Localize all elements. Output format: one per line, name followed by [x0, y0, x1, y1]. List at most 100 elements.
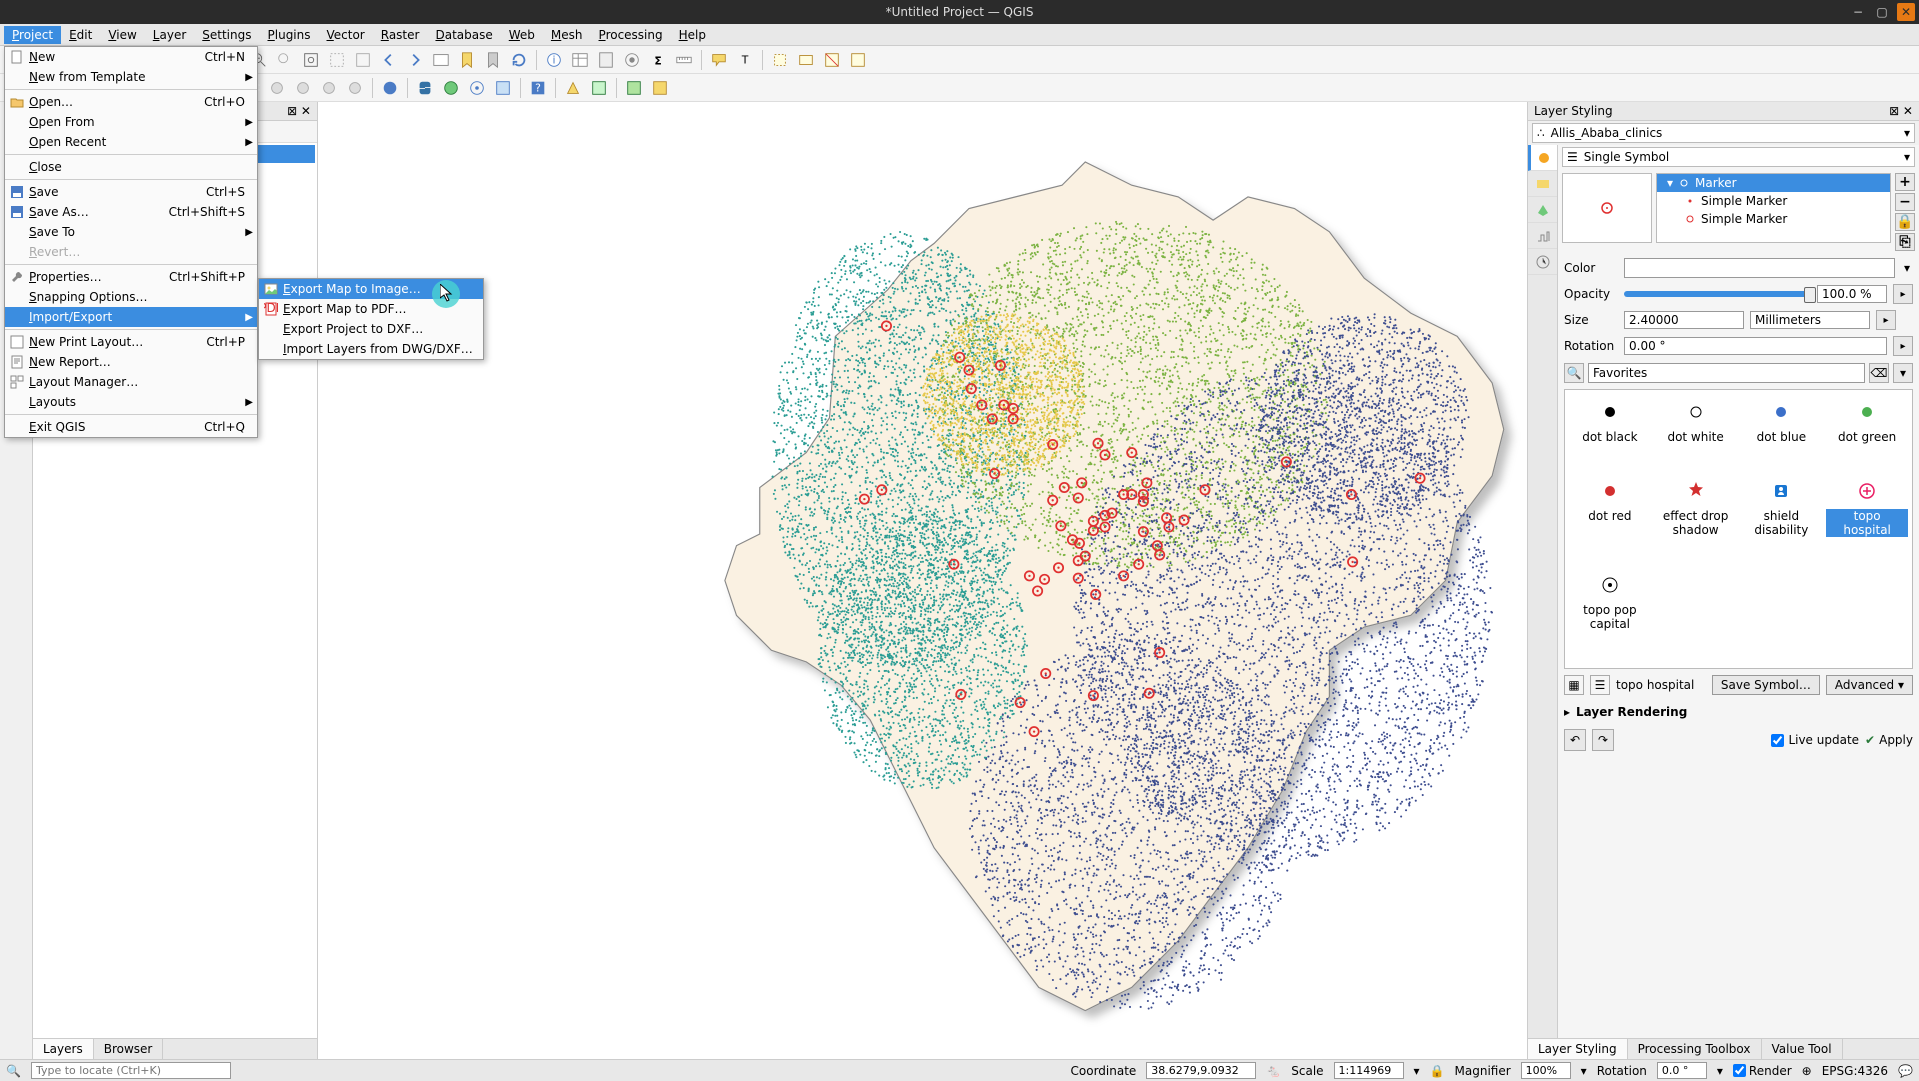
- remove-symbol-layer-button[interactable]: −: [1895, 193, 1915, 211]
- favorite-dot-white[interactable]: dot white: [1655, 400, 1737, 471]
- favorite-dot-black[interactable]: dot black: [1569, 400, 1651, 471]
- render-checkbox[interactable]: Render: [1733, 1064, 1792, 1078]
- select-all-icon[interactable]: [846, 48, 870, 72]
- extents-icon[interactable]: 🐁: [1266, 1064, 1281, 1078]
- favorite-dot-green[interactable]: dot green: [1826, 400, 1908, 471]
- menu-web[interactable]: Web: [501, 26, 543, 44]
- zoom-layer-icon[interactable]: [351, 48, 375, 72]
- temp-bookmark-icon[interactable]: [481, 48, 505, 72]
- toolbox-icon[interactable]: [620, 48, 644, 72]
- menu-help[interactable]: Help: [671, 26, 714, 44]
- magnifier-spinbox[interactable]: [1521, 1062, 1571, 1079]
- globe-icon[interactable]: [439, 76, 463, 100]
- duplicate-symbol-layer-button[interactable]: ⎘: [1895, 233, 1915, 251]
- new-map-view-icon[interactable]: [429, 48, 453, 72]
- map-canvas[interactable]: [318, 102, 1527, 1059]
- scale-select[interactable]: [1334, 1062, 1404, 1079]
- menu-item-open-recent[interactable]: Open Recent▶: [5, 132, 257, 152]
- color-swatch[interactable]: [1624, 258, 1895, 278]
- coordinate-display[interactable]: [1146, 1062, 1256, 1079]
- menu-item-close[interactable]: Close: [5, 157, 257, 177]
- favorites-search-input[interactable]: [1588, 363, 1865, 383]
- attribute-table-icon[interactable]: [568, 48, 592, 72]
- crs-icon[interactable]: ⊕: [1802, 1064, 1812, 1078]
- favorite-shield-disability[interactable]: shield disability: [1741, 479, 1823, 564]
- rotation-spinbox-status[interactable]: [1657, 1062, 1707, 1079]
- plugin-icon-1[interactable]: [491, 76, 515, 100]
- submenu-item-export-project-to-dxf-[interactable]: Export Project to DXF…: [259, 319, 483, 339]
- save-symbol-button[interactable]: Save Symbol…: [1712, 675, 1820, 695]
- favorites-clear-icon[interactable]: ⌫: [1869, 363, 1889, 383]
- maptips-icon[interactable]: [707, 48, 731, 72]
- menu-edit[interactable]: Edit: [61, 26, 100, 44]
- identify-icon[interactable]: i: [542, 48, 566, 72]
- measure-icon[interactable]: [672, 48, 696, 72]
- menu-view[interactable]: View: [100, 26, 144, 44]
- zoom-selection-icon[interactable]: [325, 48, 349, 72]
- new-bookmark-icon[interactable]: [455, 48, 479, 72]
- menu-mesh[interactable]: Mesh: [543, 26, 591, 44]
- rotation-datadef-button[interactable]: ▸: [1893, 336, 1913, 356]
- stats-icon[interactable]: Σ: [646, 48, 670, 72]
- menu-layer[interactable]: Layer: [145, 26, 194, 44]
- symbol-type-select[interactable]: ☰ Single Symbol ▾: [1562, 147, 1915, 167]
- scale-lock-icon[interactable]: 🔒: [1430, 1064, 1445, 1078]
- menu-item-save-as-[interactable]: Save As…Ctrl+Shift+S: [5, 202, 257, 222]
- menu-item-properties-[interactable]: Properties…Ctrl+Shift+P: [5, 267, 257, 287]
- submenu-item-import-layers-from-dwg-dxf-[interactable]: Import Layers from DWG/DXF…: [259, 339, 483, 359]
- menu-item-open-[interactable]: Open…Ctrl+O: [5, 92, 257, 112]
- layers-panel-close-icon[interactable]: ⊠ ✕: [287, 104, 311, 118]
- tab-processing-toolbox[interactable]: Processing Toolbox: [1628, 1039, 1762, 1059]
- layer-rendering-header[interactable]: ▸Layer Rendering: [1564, 705, 1913, 719]
- 3d-tab-icon[interactable]: [1528, 197, 1557, 223]
- menu-item-new-print-layout-[interactable]: New Print Layout…Ctrl+P: [5, 332, 257, 352]
- favorites-menu-icon[interactable]: ▾: [1893, 363, 1913, 383]
- messages-icon[interactable]: 💬: [1898, 1064, 1913, 1078]
- deselect-icon[interactable]: [820, 48, 844, 72]
- undo-style-button[interactable]: ↶: [1564, 729, 1586, 751]
- favorites-search-icon[interactable]: 🔍: [1564, 363, 1584, 383]
- history-tab-icon[interactable]: [1528, 249, 1557, 275]
- menu-item-import-export[interactable]: Import/Export▶: [5, 307, 257, 327]
- layer-select[interactable]: ∴ Allis_Ababa_clinics ▾: [1532, 123, 1915, 143]
- field-calc-icon[interactable]: [594, 48, 618, 72]
- window-close-button[interactable]: ✕: [1897, 3, 1915, 21]
- refresh-icon[interactable]: [507, 48, 531, 72]
- lock-symbol-layer-button[interactable]: 🔒: [1895, 213, 1915, 231]
- menu-item-new-report-[interactable]: New Report…: [5, 352, 257, 372]
- advanced-button[interactable]: Advanced ▾: [1826, 675, 1913, 695]
- tab-layer-styling[interactable]: Layer Styling: [1528, 1039, 1628, 1059]
- metasearch-icon[interactable]: [378, 76, 402, 100]
- menu-processing[interactable]: Processing: [591, 26, 671, 44]
- zoom-full-icon[interactable]: [299, 48, 323, 72]
- favorite-topo-hospital[interactable]: topo hospital: [1826, 479, 1908, 564]
- show-pinned-icon[interactable]: [265, 76, 289, 100]
- apply-button[interactable]: ✔Apply: [1865, 733, 1913, 747]
- plugin-icon-4[interactable]: [622, 76, 646, 100]
- opacity-spinbox[interactable]: [1817, 285, 1887, 303]
- view-list-icon[interactable]: ☰: [1590, 675, 1610, 695]
- size-datadef-button[interactable]: ▸: [1876, 310, 1896, 330]
- help-icon[interactable]: ?: [526, 76, 550, 100]
- favorite-dot-blue[interactable]: dot blue: [1741, 400, 1823, 471]
- menu-item-new[interactable]: NewCtrl+N: [5, 47, 257, 67]
- menu-item-save[interactable]: SaveCtrl+S: [5, 182, 257, 202]
- add-symbol-layer-button[interactable]: +: [1895, 173, 1915, 191]
- menu-raster[interactable]: Raster: [373, 26, 428, 44]
- menu-item-snapping-options-[interactable]: Snapping Options…: [5, 287, 257, 307]
- menu-item-layout-manager-[interactable]: Layout Manager…: [5, 372, 257, 392]
- zoom-next-icon[interactable]: [403, 48, 427, 72]
- geolocate-icon[interactable]: [465, 76, 489, 100]
- menu-item-exit-qgis[interactable]: Exit QGISCtrl+Q: [5, 417, 257, 437]
- change-label-icon[interactable]: [343, 76, 367, 100]
- rotate-label-icon[interactable]: [317, 76, 341, 100]
- annotation-icon[interactable]: T: [733, 48, 757, 72]
- tab-browser[interactable]: Browser: [94, 1039, 164, 1059]
- menu-plugins[interactable]: Plugins: [260, 26, 319, 44]
- select-features-icon[interactable]: [768, 48, 792, 72]
- favorite-topo-pop-capital[interactable]: topo pop capital: [1569, 573, 1651, 658]
- locator-icon[interactable]: 🔍: [6, 1064, 21, 1078]
- diagram-tab-icon[interactable]: [1528, 223, 1557, 249]
- menu-vector[interactable]: Vector: [319, 26, 373, 44]
- menu-item-layouts[interactable]: Layouts▶: [5, 392, 257, 412]
